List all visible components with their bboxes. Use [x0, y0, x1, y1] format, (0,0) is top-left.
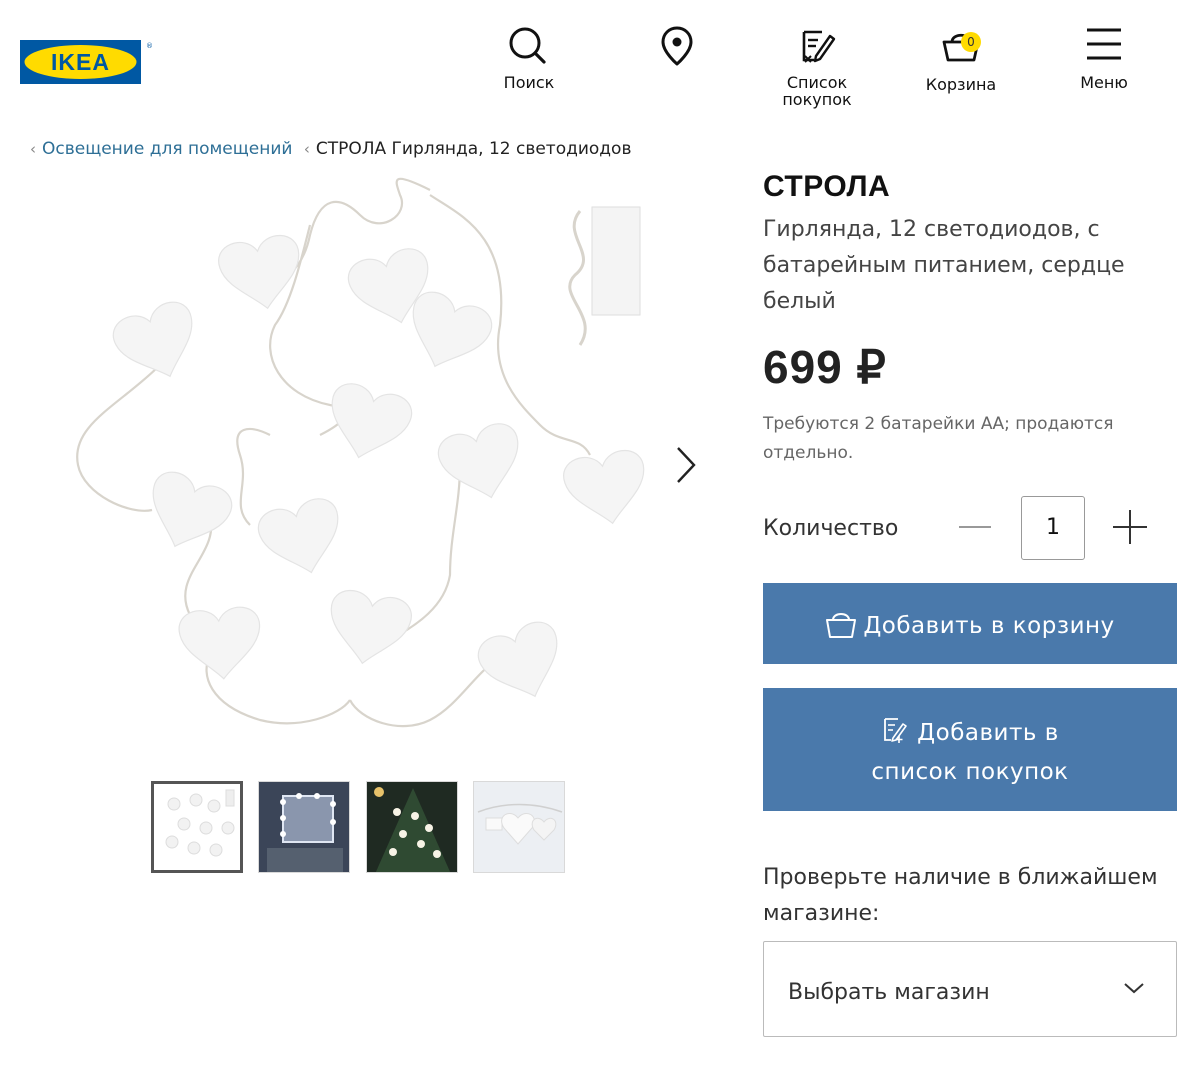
- minus-icon: [959, 526, 991, 528]
- thumbnail-image: [474, 782, 564, 872]
- nav-cart-label: Корзина: [925, 75, 997, 94]
- product-info: СТРОЛА Гирлянда, 12 светодиодов, с батар…: [763, 170, 1177, 468]
- nav-search[interactable]: Поиск: [474, 22, 584, 91]
- shopping-list-icon: [802, 30, 836, 63]
- shopping-basket-icon: [826, 613, 857, 638]
- store-select-value: Выбрать магазин: [788, 980, 990, 1005]
- product-main-image[interactable]: [60, 175, 660, 755]
- increase-quantity-button[interactable]: [1113, 510, 1147, 544]
- product-price: 699 ₽: [763, 341, 887, 393]
- site-header: IKEA ® Поиск Список покупок 0 Корзина Ме…: [0, 0, 1200, 120]
- chevron-down-icon: [1124, 983, 1144, 994]
- add-to-cart-content: Добавить в корзину: [763, 609, 1177, 639]
- store-availability-label: Проверьте наличие в ближайшем магазине:: [763, 865, 1158, 926]
- nav-cart[interactable]: 0 Корзина: [906, 22, 1016, 93]
- cart-count-badge: 0: [961, 32, 981, 52]
- thumbnail-image: [165, 789, 235, 857]
- quantity-label: Количество: [763, 516, 899, 541]
- quantity-input[interactable]: 1: [1021, 496, 1085, 560]
- product-name: СТРОЛА: [763, 170, 891, 203]
- chevron-right-icon[interactable]: [668, 440, 702, 490]
- shopping-list-icon: [884, 718, 907, 743]
- store-select[interactable]: Выбрать магазин: [763, 941, 1177, 1037]
- product-description: Гирлянда, 12 светодиодов, с батарейным п…: [763, 217, 1125, 314]
- thumbnail-1[interactable]: [151, 781, 243, 873]
- breadcrumb-current: СТРОЛА Гирлянда, 12 светодиодов: [315, 139, 632, 159]
- add-to-cart-label: Добавить в корзину: [863, 613, 1115, 639]
- hamburger-menu-icon: [1087, 28, 1121, 60]
- svg-text:®: ®: [146, 42, 152, 50]
- breadcrumb: ‹ Освещение для помещений ‹ СТРОЛА Гирлянд…: [30, 139, 631, 159]
- add-to-shopping-list-button[interactable]: Добавить в список покупок: [763, 688, 1177, 811]
- decrease-quantity-button[interactable]: [953, 508, 997, 548]
- nav-shopping-list[interactable]: Список покупок: [762, 22, 872, 108]
- nav-list-label-line1: Список: [786, 73, 848, 92]
- thumbnail-4[interactable]: [473, 781, 565, 873]
- thumbnail-2[interactable]: [258, 781, 350, 873]
- add-to-cart-button[interactable]: Добавить в корзину: [763, 583, 1177, 664]
- nav-search-label: Поиск: [503, 73, 555, 92]
- logo-text: IKEA: [51, 49, 110, 75]
- ikea-logo[interactable]: IKEA ®: [20, 40, 152, 84]
- nav-list-label-line2: покупок: [782, 90, 852, 109]
- location-pin-icon: [661, 26, 693, 66]
- thumbnail-image: [259, 782, 349, 872]
- nav-stores[interactable]: [622, 22, 732, 68]
- quantity-stepper: Количество 1: [763, 496, 1177, 560]
- breadcrumb-parent-link[interactable]: Освещение для помещений: [42, 139, 292, 159]
- nav-menu-label: Меню: [1080, 73, 1128, 92]
- nav-menu[interactable]: Меню: [1049, 22, 1159, 91]
- add-to-list-content: Добавить в список покупок: [843, 714, 1097, 792]
- chevron-left-icon: ‹: [303, 140, 310, 158]
- search-icon: [509, 27, 546, 64]
- thumbnail-3[interactable]: [366, 781, 458, 873]
- battery-note: Требуются 2 батарейки АА; продаются отде…: [763, 414, 1114, 463]
- chevron-left-icon: ‹: [30, 140, 36, 158]
- thumbnail-image: [367, 782, 457, 872]
